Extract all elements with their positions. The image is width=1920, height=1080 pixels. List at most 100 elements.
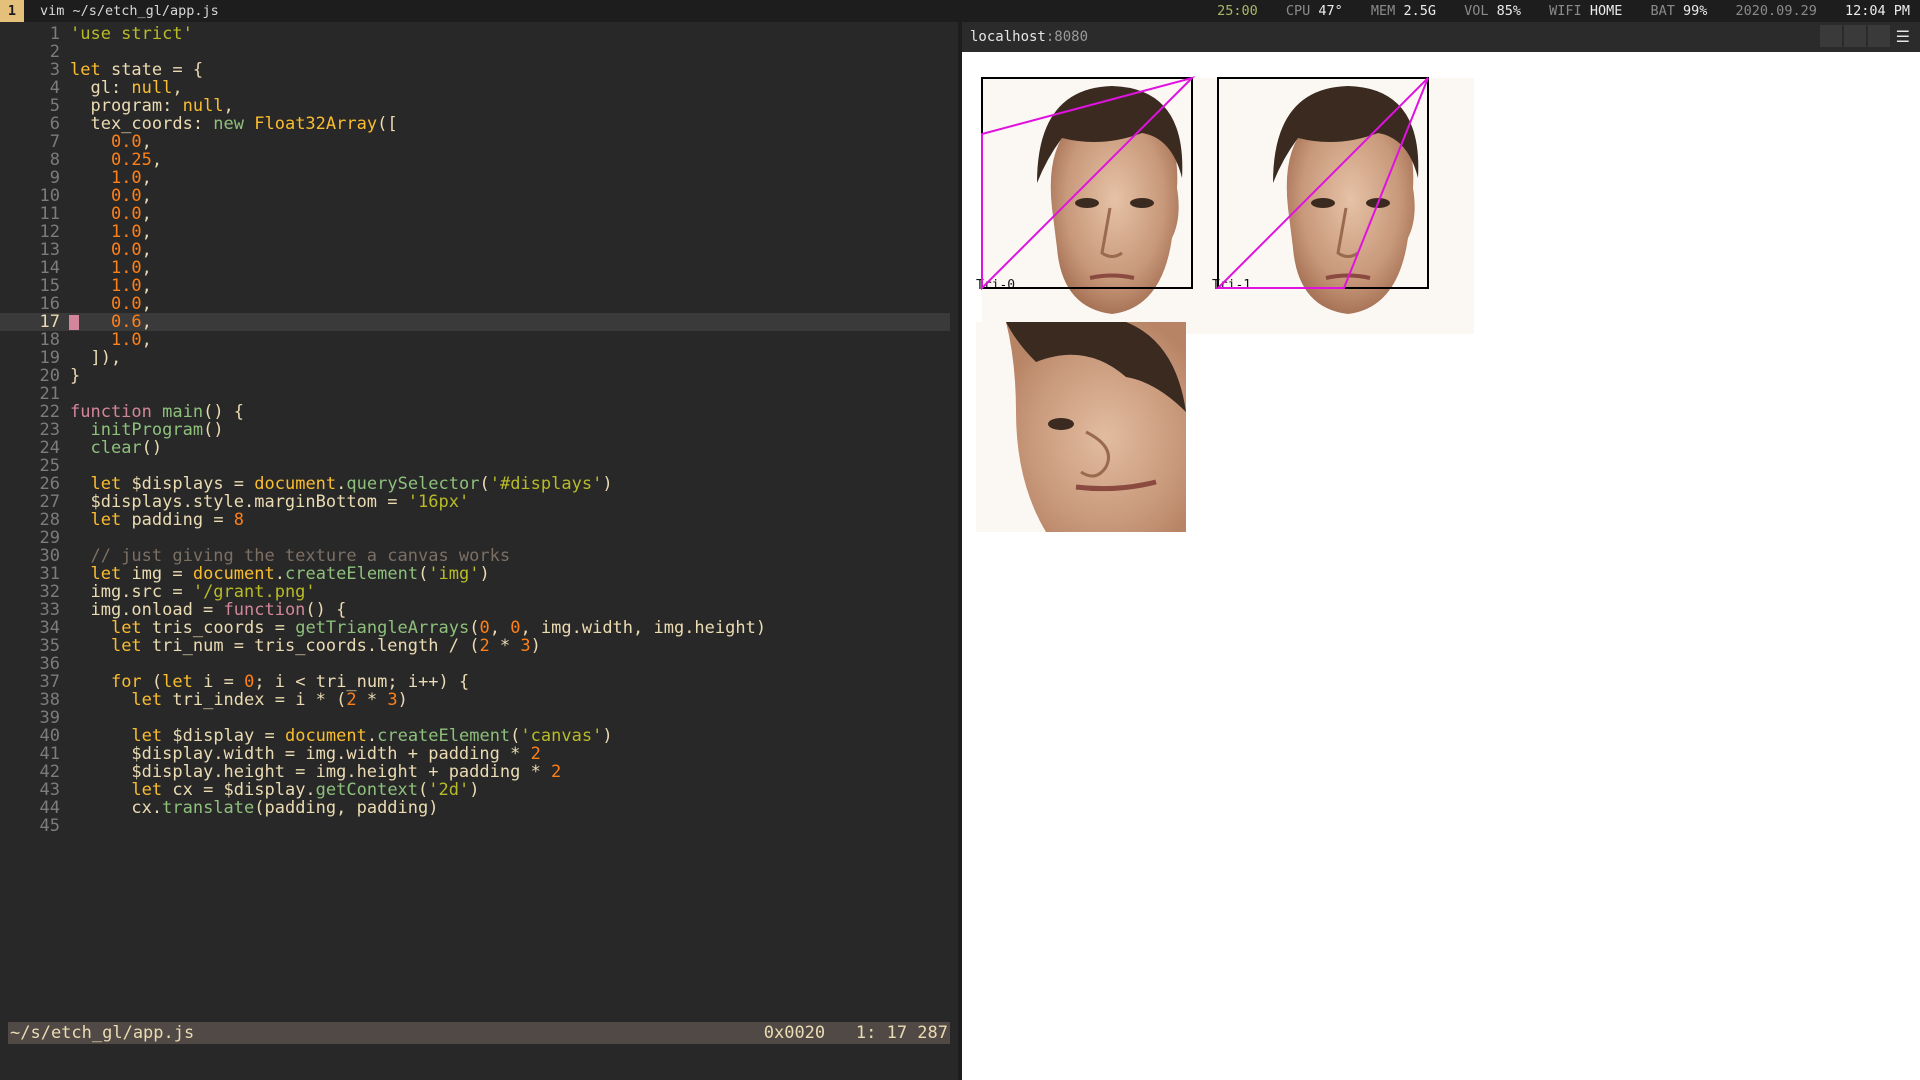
code-token: * xyxy=(489,636,521,656)
code-token: document xyxy=(254,474,337,494)
code-line[interactable]: 9 1.0, xyxy=(0,169,950,187)
code-token: ( xyxy=(141,672,163,692)
code-line[interactable]: 38 let tri_index = i * (2 * 3) xyxy=(0,691,950,709)
code-token: $displays.style.marginBottom = xyxy=(70,492,408,512)
line-number: 11 xyxy=(39,204,60,224)
code-line[interactable]: 39 xyxy=(0,709,950,727)
code-line[interactable]: 36 xyxy=(0,655,950,673)
code-line[interactable]: 14 1.0, xyxy=(0,259,950,277)
code-token: tex_coords: xyxy=(70,114,214,134)
line-number: 15 xyxy=(39,276,60,296)
code-text: 0.0, xyxy=(70,187,152,205)
code-token: function xyxy=(70,402,163,422)
code-token: 1.0 xyxy=(110,258,142,278)
code-token: 2 xyxy=(346,690,357,710)
code-line[interactable]: 20} xyxy=(0,367,950,385)
code-line[interactable]: 18 1.0, xyxy=(0,331,950,349)
code-line[interactable]: 22 function main() { xyxy=(0,403,950,421)
code-line[interactable]: 3 let state = { xyxy=(0,61,950,79)
code-line[interactable]: 11 0.0, xyxy=(0,205,950,223)
code-text: clear() xyxy=(70,439,162,457)
code-token: let xyxy=(110,618,142,638)
code-line[interactable]: 33 img.onload = function() { xyxy=(0,601,950,619)
code-line[interactable]: 19 ]), xyxy=(0,349,950,367)
warped-canvas xyxy=(976,322,1186,532)
code-line[interactable]: 6 tex_coords: new Float32Array([ xyxy=(0,115,950,133)
code-line[interactable]: 35 let tri_num = tris_coords.length / (2… xyxy=(0,637,950,655)
line-number: 1 xyxy=(49,24,60,44)
code-token: * xyxy=(356,690,388,710)
code-line[interactable]: 29 xyxy=(0,529,950,547)
vim-editor[interactable]: 1'use strict' 2 3 let state = {4 gl: null, 5… xyxy=(0,22,960,1080)
code-line[interactable]: 8 0.25, xyxy=(0,151,950,169)
code-text: 'use strict' xyxy=(70,25,193,43)
code-line[interactable]: 32 img.src = '/grant.png' xyxy=(0,583,950,601)
code-line[interactable]: 7 0.0, xyxy=(0,133,950,151)
code-line[interactable]: 34 let tris_coords = getTriangleArrays(0… xyxy=(0,619,950,637)
line-number: 28 xyxy=(39,510,60,530)
code-line[interactable]: 44 cx.translate(padding, padding) xyxy=(0,799,950,817)
code-line[interactable]: 37 for (let i = 0; i < tri_num; i++) { xyxy=(0,673,950,691)
vim-statusline: ~/s/etch_gl/app.js 0x0020 1: 17 287 xyxy=(8,1022,950,1044)
code-line[interactable]: 30 // just giving the texture a canvas w… xyxy=(0,547,950,565)
code-line[interactable]: 17 0.6, xyxy=(0,313,950,331)
code-line[interactable]: 43 let cx = $display.getContext('2d') xyxy=(0,781,950,799)
code-line[interactable]: 26 let $displays = document.querySelecto… xyxy=(0,475,950,493)
code-text: let $displays = document.querySelector('… xyxy=(70,474,612,494)
code-token: '16px' xyxy=(407,492,470,512)
code-token: let xyxy=(131,726,163,746)
code-text: 1.0, xyxy=(70,277,152,295)
code-token: clear xyxy=(90,438,142,458)
code-line[interactable]: 42 $display.height = img.height + paddin… xyxy=(0,763,950,781)
code-token: 0.0 xyxy=(110,204,142,224)
line-number: 4 xyxy=(49,78,60,98)
code-line[interactable]: 41 $display.width = img.width + padding … xyxy=(0,745,950,763)
code-line[interactable]: 12 1.0, xyxy=(0,223,950,241)
code-token: } xyxy=(70,366,81,386)
code-token: ; i < tri_num; i++) { xyxy=(254,672,470,692)
code-line[interactable]: 2 xyxy=(0,43,950,61)
code-line[interactable]: 21 xyxy=(0,385,950,403)
line-number: 6 xyxy=(49,114,60,134)
code-token: , xyxy=(223,96,234,116)
code-text: 0.0, xyxy=(70,205,152,223)
line-number: 24 xyxy=(39,438,60,458)
code-token: 3 xyxy=(520,636,531,656)
code-line[interactable]: 16 0.0, xyxy=(0,295,950,313)
code-token: let xyxy=(90,474,122,494)
code-line[interactable]: 4 gl: null, xyxy=(0,79,950,97)
code-line[interactable]: 1 'use strict' xyxy=(0,25,950,43)
code-token: 'img' xyxy=(428,564,480,584)
code-line[interactable]: 28 let padding = 8 xyxy=(0,511,950,529)
code-line[interactable]: 10 0.0, xyxy=(0,187,950,205)
code-line[interactable]: 5 program: null, xyxy=(0,97,950,115)
code-text: 0.0, xyxy=(70,241,152,259)
code-line[interactable]: 40 let $display = document.createElement… xyxy=(0,727,950,745)
code-token: img.onload = xyxy=(70,600,224,620)
code-text: 0.0, xyxy=(70,295,152,313)
code-token: , xyxy=(151,150,163,170)
cursor-position: 1: 17 287 xyxy=(855,1023,948,1043)
line-number: 7 xyxy=(49,132,60,152)
code-text: let tris_coords = getTriangleArrays(0, 0… xyxy=(70,619,766,637)
code-line[interactable]: 31 let img = document.createElement('img… xyxy=(0,565,950,583)
code-token: initProgram xyxy=(90,420,204,440)
line-number: 40 xyxy=(39,726,60,746)
code-line[interactable]: 24 clear() xyxy=(0,439,950,457)
code-line[interactable]: 45 xyxy=(0,817,950,835)
code-token: , xyxy=(141,168,152,188)
code-token: 1.0 xyxy=(110,330,142,350)
line-number: 35 xyxy=(39,636,60,656)
code-line[interactable]: 13 0.0, xyxy=(0,241,950,259)
char-hex: 0x0020 xyxy=(763,1023,826,1043)
workspace-indicator[interactable]: 1 xyxy=(0,0,24,22)
code-token: 'canvas' xyxy=(520,726,603,746)
code-line[interactable]: 23 initProgram() xyxy=(0,421,950,439)
code-line[interactable]: 15 1.0, xyxy=(0,277,950,295)
code-token: 0 xyxy=(510,618,521,638)
line-number: 25 xyxy=(39,456,60,476)
code-line[interactable]: 25 xyxy=(0,457,950,475)
code-line[interactable]: 27 $displays.style.marginBottom = '16px' xyxy=(0,493,950,511)
cpu-label: CPU xyxy=(1285,3,1311,19)
